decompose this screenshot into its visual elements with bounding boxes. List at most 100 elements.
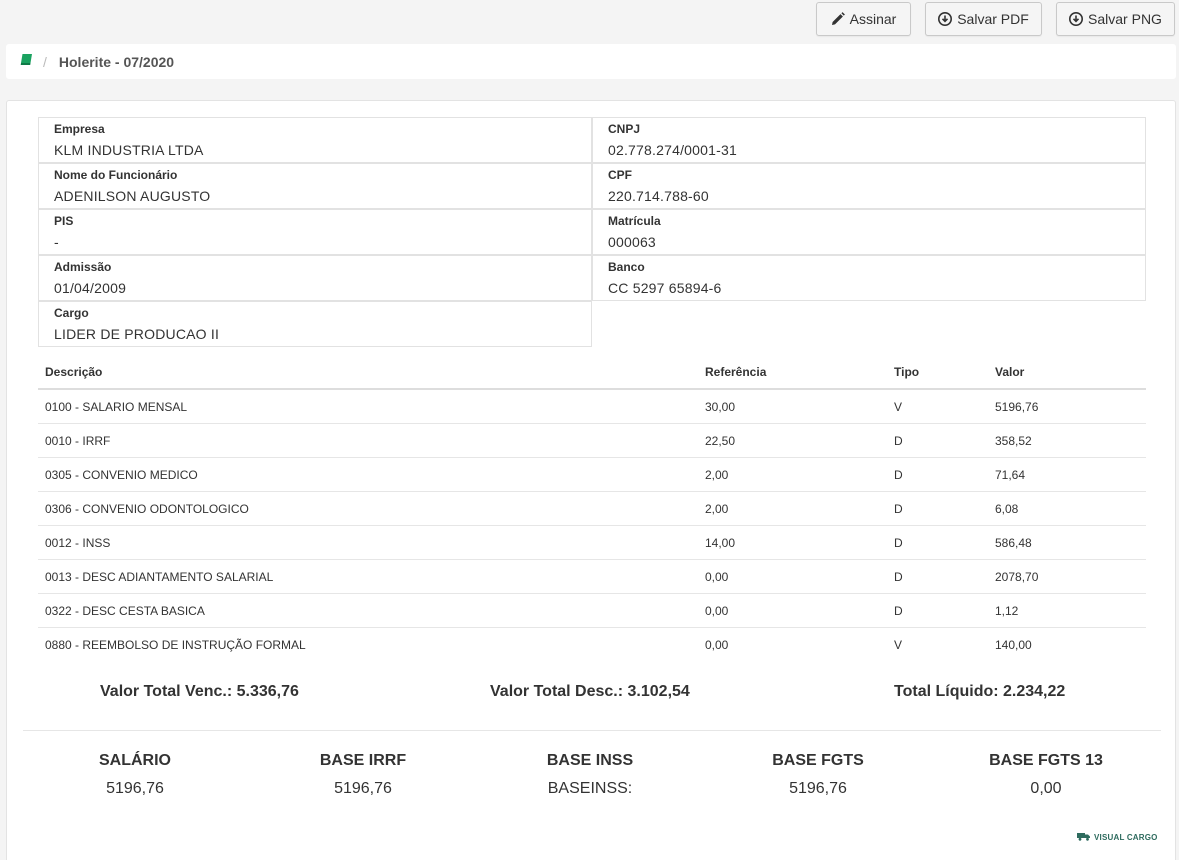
info-pis: PIS - [38,209,592,255]
base-label: BASE FGTS [772,752,864,769]
info-label: Empresa [54,122,105,136]
info-value: ADENILSON AUGUSTO [54,188,211,204]
totals-row: Valor Total Venc.: 5.336,76 Valor Total … [7,683,1177,703]
download-circle-icon [1069,12,1084,26]
cell-tipo: D [894,603,903,618]
info-label: CPF [608,168,632,182]
base-fgts: BASE FGTS 5196,76 [718,752,918,798]
pencil-icon [831,12,845,26]
cell-tipo: D [894,535,903,550]
info-empresa: Empresa KLM INDUSTRIA LTDA [38,117,592,163]
cell-descricao: 0306 - CONVENIO ODONTOLOGICO [45,501,249,516]
cell-valor: 1,12 [995,603,1019,618]
base-salario: SALÁRIO 5196,76 [35,752,235,798]
info-cnpj: CNPJ 02.778.274/0001-31 [592,117,1146,163]
payslip-card: Empresa KLM INDUSTRIA LTDA CNPJ 02.778.2… [6,100,1176,860]
salvar-png-label: Salvar PNG [1088,11,1162,27]
cell-tipo: D [894,467,903,482]
cell-referencia: 0,00 [705,603,729,618]
info-value: KLM INDUSTRIA LTDA [54,142,204,158]
cell-descricao: 0100 - SALARIO MENSAL [45,399,188,414]
table-row: 0012 - INSS 14,00 D 586,48 [38,526,1146,560]
header-tipo: Tipo [894,364,920,379]
base-value: 5196,76 [789,780,847,797]
info-label: Banco [608,260,645,274]
info-value: 220.714.788-60 [608,188,709,204]
info-value: 02.778.274/0001-31 [608,142,737,158]
cell-descricao: 0880 - REEMBOLSO DE INSTRUÇÃO FORMAL [45,638,306,652]
cell-descricao: 0010 - IRRF [45,433,111,448]
info-value: - [54,234,59,250]
info-label: Nome do Funcionário [54,168,178,182]
salvar-pdf-label: Salvar PDF [957,11,1029,27]
info-label: PIS [54,214,74,228]
base-fgts-13: BASE FGTS 13 0,00 [946,752,1146,798]
payslip-items-table: Descrição Referência Tipo Valor 0100 - S… [38,355,1146,662]
header-referencia: Referência [705,364,767,379]
cell-descricao: 0012 - INSS [45,535,111,550]
header-valor: Valor [995,364,1025,379]
base-label: BASE FGTS 13 [989,752,1103,769]
total-vencimentos: Valor Total Venc.: 5.336,76 [100,683,299,700]
info-value: CC 5297 65894-6 [608,280,722,296]
info-matricula: Matrícula 000063 [592,209,1146,255]
info-label: Matrícula [608,214,661,228]
truck-icon [1077,828,1091,846]
info-value: 000063 [608,234,656,250]
total-descontos: Valor Total Desc.: 3.102,54 [490,683,690,700]
base-label: BASE INSS [546,752,634,769]
base-inss: BASE INSS BASEINSS: [490,752,690,798]
base-label: SALÁRIO [99,752,171,769]
cell-valor: 140,00 [995,638,1032,652]
table-header: Descrição Referência Tipo Valor [38,355,1146,390]
table-row: 0010 - IRRF 22,50 D 358,52 [38,424,1146,458]
cell-referencia: 0,00 [705,569,729,584]
cell-tipo: D [894,501,903,516]
breadcrumb: / Holerite - 07/2020 [6,44,1176,79]
table-row: 0306 - CONVENIO ODONTOLOGICO 2,00 D 6,08 [38,492,1146,526]
base-value: 0,00 [1030,780,1062,797]
salvar-png-button[interactable]: Salvar PNG [1056,2,1175,36]
cell-valor: 6,08 [995,501,1019,516]
info-value: 01/04/2009 [54,280,127,296]
action-toolbar: Assinar Salvar PDF Salvar PNG [0,2,1179,36]
section-divider [23,730,1161,731]
cell-valor: 358,52 [995,433,1032,448]
assinar-button[interactable]: Assinar [816,2,911,36]
info-nome: Nome do Funcionário ADENILSON AUGUSTO [38,163,592,209]
info-label: CNPJ [608,122,641,136]
cell-valor: 586,48 [995,535,1032,550]
info-value: LIDER DE PRODUCAO II [54,326,220,342]
info-label: Cargo [54,306,89,320]
cell-referencia: 2,00 [705,501,729,516]
cell-descricao: 0013 - DESC ADIANTAMENTO SALARIAL [45,569,274,584]
cell-referencia: 30,00 [705,399,736,414]
base-value: 5196,76 [334,780,392,797]
info-label: Admissão [54,260,112,274]
book-icon [20,53,33,71]
table-row: 0100 - SALARIO MENSAL 30,00 V 5196,76 [38,390,1146,424]
base-irrf: BASE IRRF 5196,76 [263,752,463,798]
total-liquido: Total Líquido: 2.234,22 [894,683,1066,700]
salvar-pdf-button[interactable]: Salvar PDF [925,2,1042,36]
table-row: 0880 - REEMBOLSO DE INSTRUÇÃO FORMAL 0,0… [38,628,1146,662]
breadcrumb-separator: / [43,53,47,70]
assinar-label: Assinar [849,11,897,27]
info-cpf: CPF 220.714.788-60 [592,163,1146,209]
cell-descricao: 0322 - DESC CESTA BASICA [45,603,205,618]
cell-referencia: 14,00 [705,535,736,550]
base-label: BASE IRRF [319,752,407,769]
page-title: Holerite - 07/2020 [58,53,175,70]
cell-valor: 71,64 [995,467,1026,482]
cell-referencia: 2,00 [705,467,729,482]
cell-referencia: 22,50 [705,433,736,448]
cell-referencia: 0,00 [705,638,729,652]
cell-descricao: 0305 - CONVENIO MEDICO [45,467,198,482]
cell-valor: 5196,76 [995,399,1039,414]
info-banco: Banco CC 5297 65894-6 [592,255,1146,301]
table-row: 0013 - DESC ADIANTAMENTO SALARIAL 0,00 D… [38,560,1146,594]
table-row: 0322 - DESC CESTA BASICA 0,00 D 1,12 [38,594,1146,628]
info-admissao: Admissão 01/04/2009 [38,255,592,301]
download-circle-icon [938,12,953,26]
cell-tipo: V [894,399,903,414]
